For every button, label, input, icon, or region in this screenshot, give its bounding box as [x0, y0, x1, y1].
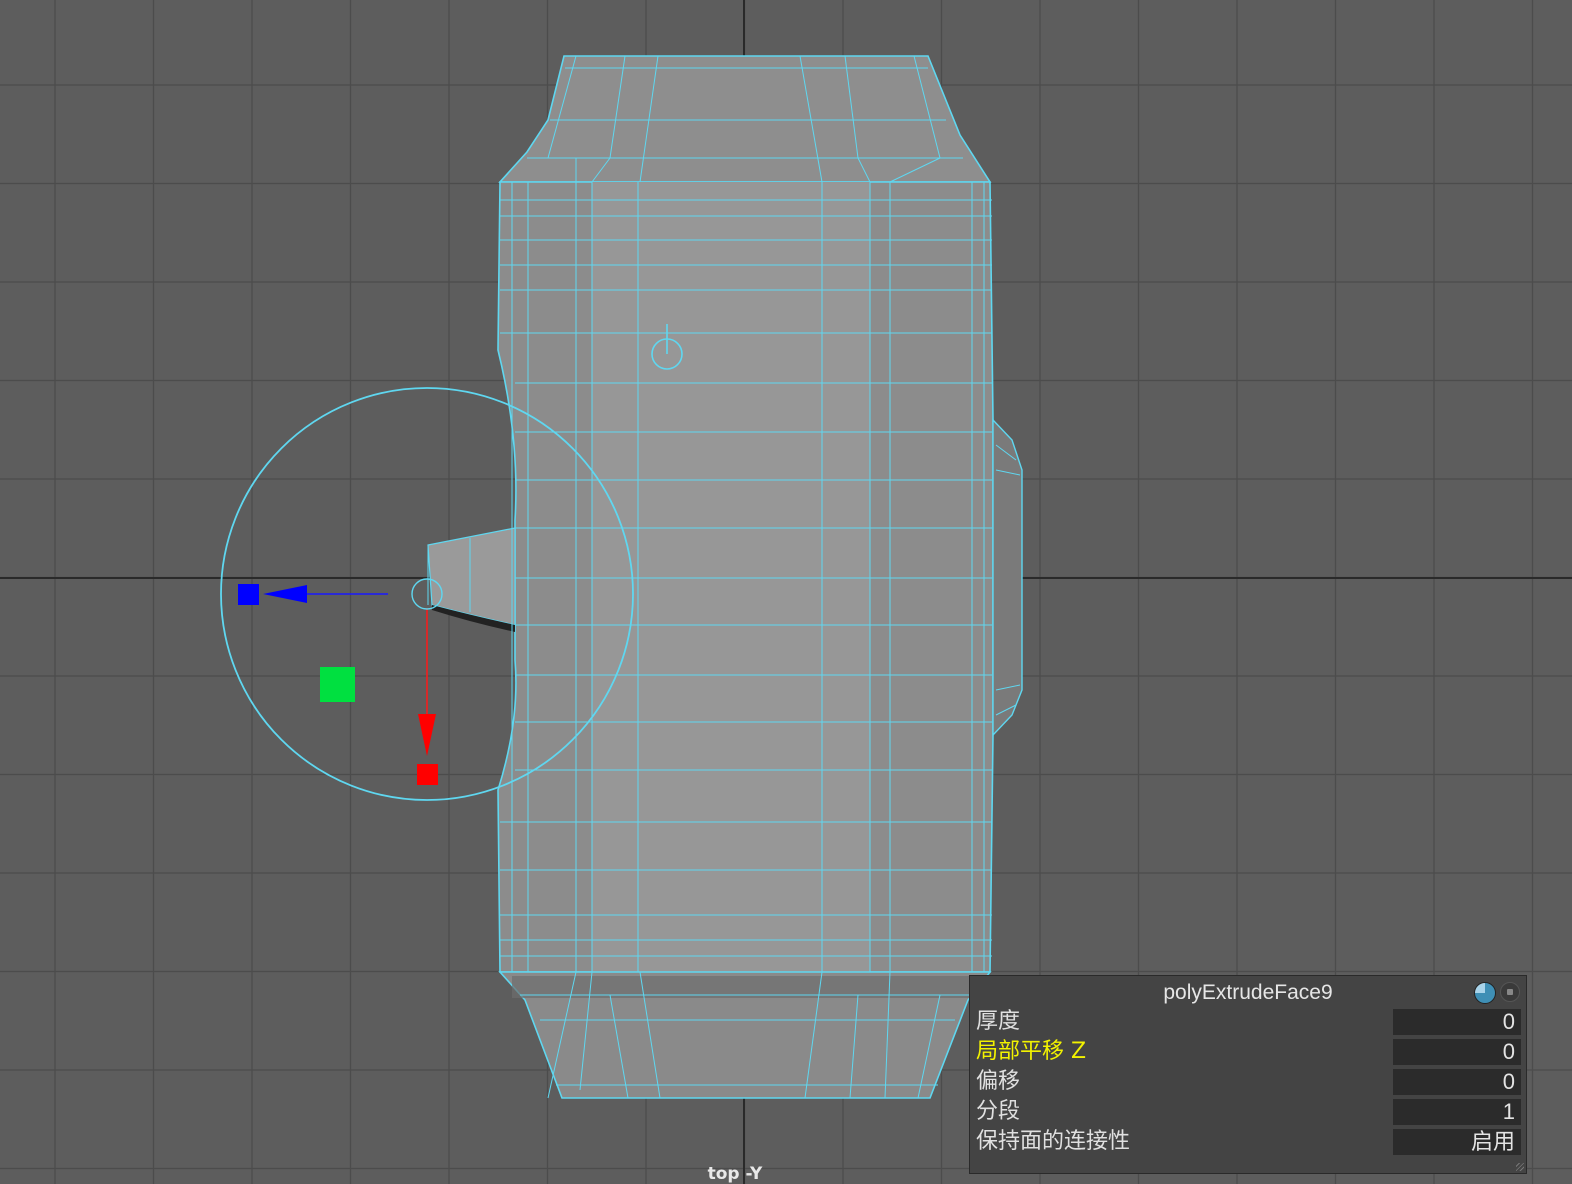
mesh-center-band: [592, 182, 870, 972]
attribute-label: 厚度: [976, 1009, 1021, 1034]
x-axis-handle[interactable]: [417, 764, 438, 785]
mesh-top-cap: [498, 55, 992, 183]
attribute-label: 局部平移 Z: [976, 1039, 1087, 1064]
node-state-icon[interactable]: [1474, 982, 1496, 1004]
resize-grip-icon[interactable]: [1516, 1163, 1524, 1171]
attribute-row-offset[interactable]: 偏移 0: [972, 1068, 1524, 1096]
attribute-value-field[interactable]: 0: [1393, 1009, 1521, 1035]
attribute-row-keep-faces-together[interactable]: 保持面的连接性 启用: [972, 1128, 1524, 1156]
node-title: polyExtrudeFace9: [1163, 981, 1333, 1004]
camera-label: top -Y: [707, 1164, 763, 1184]
attribute-value-field[interactable]: 0: [1393, 1069, 1521, 1095]
x-axis-arrow[interactable]: [418, 714, 436, 756]
attribute-row-thickness[interactable]: 厚度 0: [972, 1008, 1524, 1036]
z-axis-handle[interactable]: [238, 584, 259, 605]
close-icon[interactable]: [1500, 982, 1520, 1002]
attribute-label: 保持面的连接性: [976, 1129, 1131, 1154]
channel-box-panel[interactable]: polyExtrudeFace9 厚度 0 局部平移 Z 0 偏移 0 分段 1…: [969, 975, 1527, 1174]
attribute-label: 分段: [976, 1099, 1021, 1124]
attribute-label: 偏移: [976, 1069, 1021, 1094]
attribute-row-local-translate-z[interactable]: 局部平移 Z 0: [972, 1038, 1524, 1066]
mesh-object[interactable]: [427, 55, 1023, 1099]
attribute-value-field[interactable]: 启用: [1393, 1129, 1521, 1155]
attribute-value-field[interactable]: 0: [1393, 1039, 1521, 1065]
z-axis-arrow[interactable]: [263, 585, 307, 603]
y-axis-handle[interactable]: [320, 667, 355, 702]
attribute-value-field[interactable]: 1: [1393, 1099, 1521, 1125]
attribute-row-divisions[interactable]: 分段 1: [972, 1098, 1524, 1126]
